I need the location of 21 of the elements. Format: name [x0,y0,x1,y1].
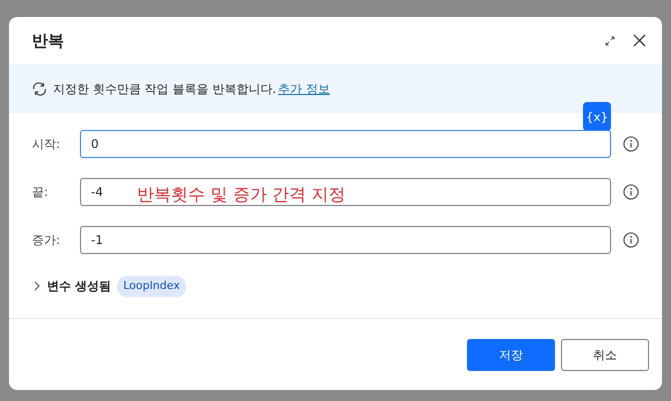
dialog-title: 반복 [32,30,64,52]
info-icon[interactable] [623,184,639,200]
expand-icon[interactable] [605,36,615,46]
input-field[interactable]: -1 [80,226,611,254]
loop-icon [32,82,47,96]
variables-label[interactable]: 변수 생성됨 [47,277,112,296]
save-button[interactable]: 저장 [467,339,555,371]
field-label: 시작: [32,136,62,153]
input-field[interactable]: 0 [80,130,611,158]
annotation-text: 반복횟수 및 증가 간격 지정 [137,184,346,207]
info-icon[interactable] [623,232,639,248]
field-label: 끝: [32,184,50,201]
description-text: 지정한 횟수만큼 작업 블록을 반복합니다. [53,80,276,98]
field-label: 증가: [32,232,62,249]
more-info-link[interactable]: 추가 정보 [278,80,330,98]
variable-button[interactable]: {x} [583,102,611,131]
cancel-button[interactable]: 취소 [561,339,649,371]
info-icon[interactable] [623,136,639,152]
variable-chip: LoopIndex [117,276,186,296]
chevron-icon[interactable] [33,281,41,292]
close-icon[interactable] [633,34,646,47]
